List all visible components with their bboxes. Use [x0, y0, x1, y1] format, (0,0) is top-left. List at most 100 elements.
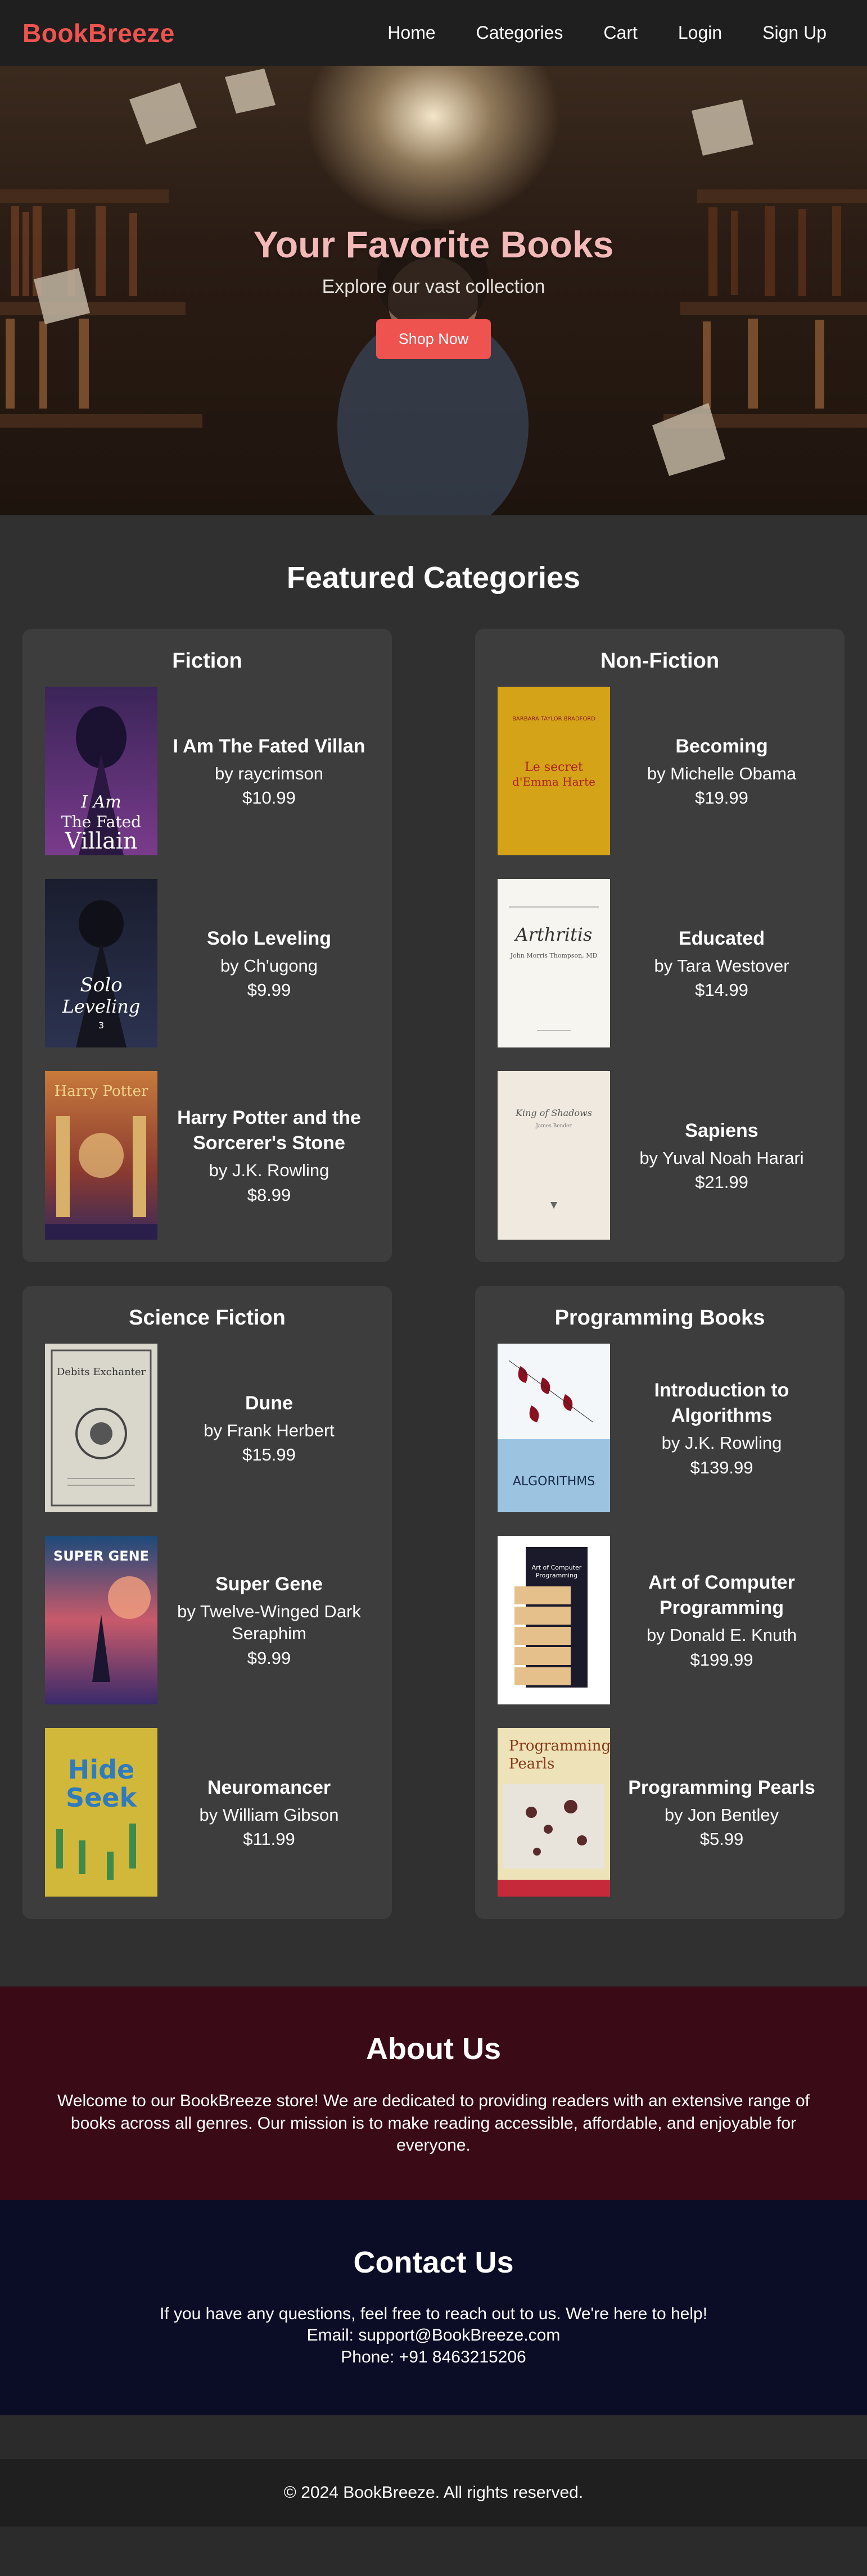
- book-cover-image[interactable]: King of Shadows James Bender: [498, 1071, 610, 1240]
- svg-text:Villain: Villain: [65, 828, 138, 854]
- book-cover-image[interactable]: Hide Seek: [45, 1728, 157, 1897]
- book-item[interactable]: Programming Pearls Programming Pearls by …: [498, 1728, 822, 1897]
- book-item[interactable]: Arthritis John Morris Thompson, MD Educat…: [498, 879, 822, 1047]
- section-divider: [0, 2415, 867, 2459]
- about-title: About Us: [366, 2032, 501, 2066]
- book-item[interactable]: SUPER GENE Super Gene by Twelve-Winged D…: [45, 1536, 369, 1704]
- book-price: $21.99: [695, 1172, 748, 1192]
- hero-banner: Your Favorite Books Explore our vast col…: [0, 66, 867, 515]
- book-title[interactable]: Solo Leveling: [169, 926, 369, 951]
- book-item[interactable]: ALGORITHMS Introduction to Algorithms by…: [498, 1344, 822, 1512]
- book-price: $19.99: [695, 788, 748, 808]
- nav-signup-link[interactable]: Sign Up: [762, 22, 827, 43]
- svg-text:Hide: Hide: [68, 1754, 134, 1785]
- book-info: Becoming by Michelle Obama $19.99: [610, 734, 822, 809]
- book-author: by Yuval Noah Harari: [639, 1148, 804, 1168]
- svg-text:Debits Exchanter: Debits Exchanter: [57, 1366, 146, 1378]
- hero-content: Your Favorite Books Explore our vast col…: [0, 223, 867, 359]
- category-title: Non-Fiction: [600, 649, 720, 673]
- book-title[interactable]: Educated: [621, 926, 822, 951]
- book-item[interactable]: I Am The Fated Villain I Am The Fated Vill…: [45, 687, 369, 855]
- book-title[interactable]: Introduction to Algorithms: [621, 1378, 822, 1427]
- book-title[interactable]: Harry Potter and the Sorcerer's Stone: [169, 1105, 369, 1155]
- book-info: Solo Leveling by Ch'ugong $9.99: [157, 926, 369, 1001]
- nav-categories-link[interactable]: Categories: [476, 22, 563, 43]
- book-cover-image[interactable]: Debits Exchanter: [45, 1344, 157, 1512]
- nav-cart-link[interactable]: Cart: [603, 22, 637, 43]
- category-title: Programming Books: [554, 1306, 765, 1330]
- book-title[interactable]: Becoming: [621, 734, 822, 759]
- book-cover-image[interactable]: BARBARA TAYLOR BRADFORD Le secret d'Emma H…: [498, 687, 610, 855]
- svg-text:Le secret: Le secret: [525, 760, 583, 774]
- svg-text:Art of Computer: Art of Computer: [532, 1564, 582, 1571]
- book-author: by J.K. Rowling: [209, 1160, 329, 1180]
- book-price: $199.99: [690, 1649, 753, 1670]
- book-price: $9.99: [247, 1648, 291, 1668]
- book-item[interactable]: Art of Computer Programming Art of Comput…: [498, 1536, 822, 1704]
- contact-section: Contact Us If you have any questions, fe…: [0, 2200, 867, 2415]
- book-info: Introduction to Algorithms by J.K. Rowli…: [610, 1378, 822, 1477]
- book-author: by Michelle Obama: [647, 763, 797, 783]
- category-card-science-fiction: Science Fiction Debits Exchanter Dune by…: [22, 1286, 392, 1919]
- book-title[interactable]: Art of Computer Programming: [621, 1570, 822, 1620]
- book-title[interactable]: Super Gene: [169, 1572, 369, 1597]
- svg-text:Pearls: Pearls: [509, 1756, 554, 1772]
- book-title[interactable]: Dune: [169, 1391, 369, 1416]
- book-info: Art of Computer Programming by Donald E.…: [610, 1570, 822, 1670]
- svg-text:James Bender: James Bender: [535, 1123, 572, 1129]
- book-item[interactable]: Hide Seek Neuromancer by William Gibson $…: [45, 1728, 369, 1897]
- book-info: Dune by Frank Herbert $15.99: [157, 1391, 369, 1466]
- book-cover-image[interactable]: Arthritis John Morris Thompson, MD: [498, 879, 610, 1047]
- book-cover-image[interactable]: I Am The Fated Villain: [45, 687, 157, 855]
- book-price: $11.99: [243, 1829, 295, 1849]
- svg-text:Solo: Solo: [80, 974, 122, 996]
- svg-text:3: 3: [98, 1020, 104, 1031]
- category-card-fiction: Fiction I Am The Fated Villain I Am The Fa…: [22, 629, 392, 1262]
- book-title[interactable]: I Am The Fated Villan: [169, 734, 369, 759]
- book-title[interactable]: Sapiens: [621, 1118, 822, 1143]
- svg-text:d'Emma Harte: d'Emma Harte: [512, 775, 595, 788]
- category-card-programming-books: Programming Books ALGORITHMS Introductio…: [475, 1286, 845, 1919]
- book-item[interactable]: Harry Potter Harry Potter and the Sorcer…: [45, 1071, 369, 1240]
- book-author: by Donald E. Knuth: [646, 1625, 797, 1645]
- shop-now-button[interactable]: Shop Now: [376, 319, 491, 359]
- book-item[interactable]: Solo Leveling 3 Solo Leveling by Ch'ugong …: [45, 879, 369, 1047]
- book-cover-image[interactable]: Programming Pearls: [498, 1728, 610, 1897]
- book-info: Harry Potter and the Sorcerer's Stone by…: [157, 1105, 369, 1205]
- book-price: $139.99: [690, 1457, 753, 1477]
- book-cover-image[interactable]: SUPER GENE: [45, 1536, 157, 1704]
- book-cover-image[interactable]: ALGORITHMS: [498, 1344, 610, 1512]
- svg-text:Harry Potter: Harry Potter: [55, 1083, 148, 1100]
- svg-text:Seek: Seek: [66, 1783, 138, 1813]
- book-cover-image[interactable]: Art of Computer Programming: [498, 1536, 610, 1704]
- book-title[interactable]: Neuromancer: [169, 1775, 369, 1800]
- book-price: $5.99: [699, 1829, 744, 1849]
- svg-text:I Am: I Am: [80, 792, 121, 812]
- book-item[interactable]: BARBARA TAYLOR BRADFORD Le secret d'Emma H…: [498, 687, 822, 855]
- book-cover-image[interactable]: Harry Potter: [45, 1071, 157, 1240]
- contact-phone[interactable]: Phone: +91 8463215206: [34, 2347, 833, 2368]
- book-item[interactable]: King of Shadows James Bender Sapiens by Y…: [498, 1071, 822, 1240]
- book-cover-image[interactable]: Solo Leveling 3: [45, 879, 157, 1047]
- svg-text:ALGORITHMS: ALGORITHMS: [513, 1475, 595, 1489]
- category-title: Fiction: [172, 649, 242, 673]
- svg-text:King of Shadows: King of Shadows: [515, 1108, 592, 1118]
- nav-home-link[interactable]: Home: [387, 22, 435, 43]
- book-author: by Ch'ugong: [220, 955, 318, 976]
- book-item[interactable]: Debits Exchanter Dune by Frank Herbert $…: [45, 1344, 369, 1512]
- book-author: by William Gibson: [199, 1804, 339, 1825]
- nav-login-link[interactable]: Login: [678, 22, 722, 43]
- contact-email[interactable]: Email: support@BookBreeze.com: [34, 2325, 833, 2346]
- svg-text:BARBARA TAYLOR BRADFORD: BARBARA TAYLOR BRADFORD: [512, 716, 595, 722]
- footer: © 2024 BookBreeze. All rights reserved.: [0, 2459, 867, 2527]
- book-title[interactable]: Programming Pearls: [621, 1775, 822, 1800]
- book-price: $10.99: [242, 788, 296, 808]
- brand-logo[interactable]: BookBreeze: [22, 18, 175, 48]
- book-info: I Am The Fated Villan by raycrimson $10.…: [157, 734, 369, 809]
- contact-intro: If you have any questions, feel free to …: [159, 2305, 708, 2323]
- navbar: BookBreeze Home Categories Cart Login Si…: [0, 0, 867, 66]
- contact-title: Contact Us: [353, 2246, 514, 2279]
- book-info: Super Gene by Twelve-Winged Dark Seraphi…: [157, 1572, 369, 1668]
- hero-title: Your Favorite Books: [253, 224, 614, 265]
- book-info: Sapiens by Yuval Noah Harari $21.99: [610, 1118, 822, 1193]
